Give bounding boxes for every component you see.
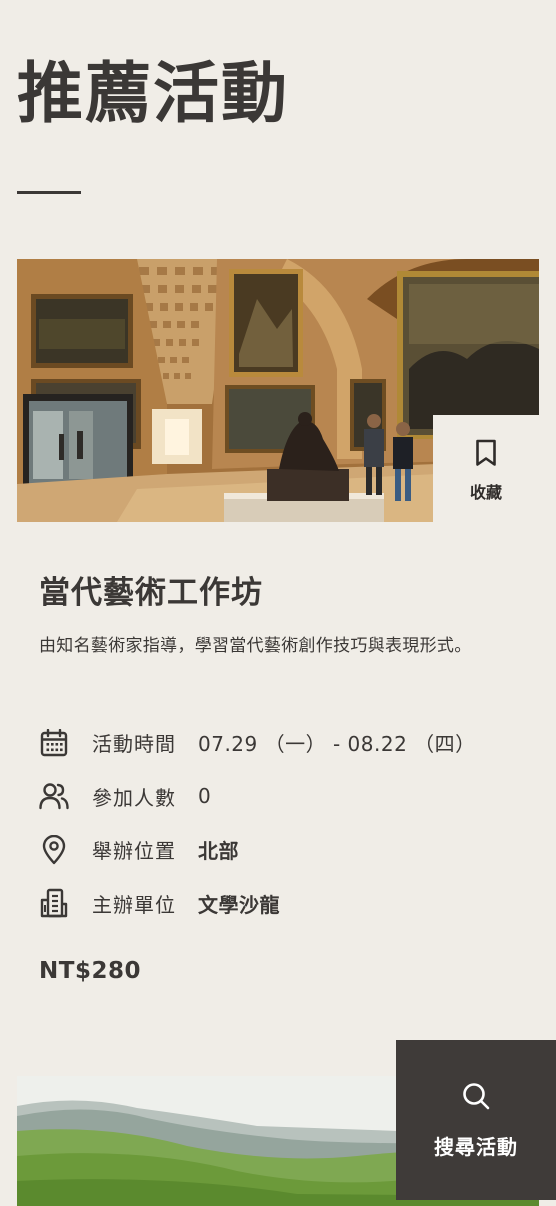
info-label: 活動時間: [92, 732, 176, 757]
title-divider: [17, 191, 81, 194]
people-icon: [39, 781, 69, 811]
search-icon: [463, 1082, 490, 1109]
info-row-participants: 參加人數 0: [39, 770, 519, 824]
info-value: 07.29 （一） - 08.22 （四）: [198, 732, 476, 757]
building-icon: [39, 888, 69, 918]
location-pin-icon: [39, 834, 69, 865]
info-value: 0: [198, 784, 212, 809]
info-value: 文學沙龍: [198, 892, 280, 917]
info-row-organizer: 主辦單位 文學沙龍: [39, 877, 519, 931]
info-label: 參加人數: [92, 785, 176, 810]
info-row-date: 活動時間 07.29 （一） - 08.22 （四）: [39, 716, 519, 770]
page-title: 推薦活動: [17, 55, 289, 132]
bookmark-icon: [476, 439, 496, 466]
info-label: 舉辦位置: [92, 839, 176, 864]
bookmark-button[interactable]: 收藏: [433, 415, 539, 522]
calendar-icon: [39, 728, 69, 758]
info-row-location: 舉辦位置 北部: [39, 823, 519, 877]
info-label: 主辦單位: [92, 892, 176, 917]
bookmark-label: 收藏: [469, 482, 502, 502]
search-events-label: 搜尋活動: [434, 1134, 518, 1159]
event-title[interactable]: 當代藝術工作坊: [39, 567, 263, 612]
event-info-list: 活動時間 07.29 （一） - 08.22 （四） 參加人數 0 舉辦位置 北…: [39, 716, 519, 930]
search-events-button[interactable]: 搜尋活動: [396, 1040, 556, 1200]
info-value: 北部: [198, 839, 239, 864]
event-description: 由知名藝術家指導，學習當代藝術創作技巧與表現形式。: [39, 636, 472, 656]
event-price: NT$280: [39, 958, 141, 984]
